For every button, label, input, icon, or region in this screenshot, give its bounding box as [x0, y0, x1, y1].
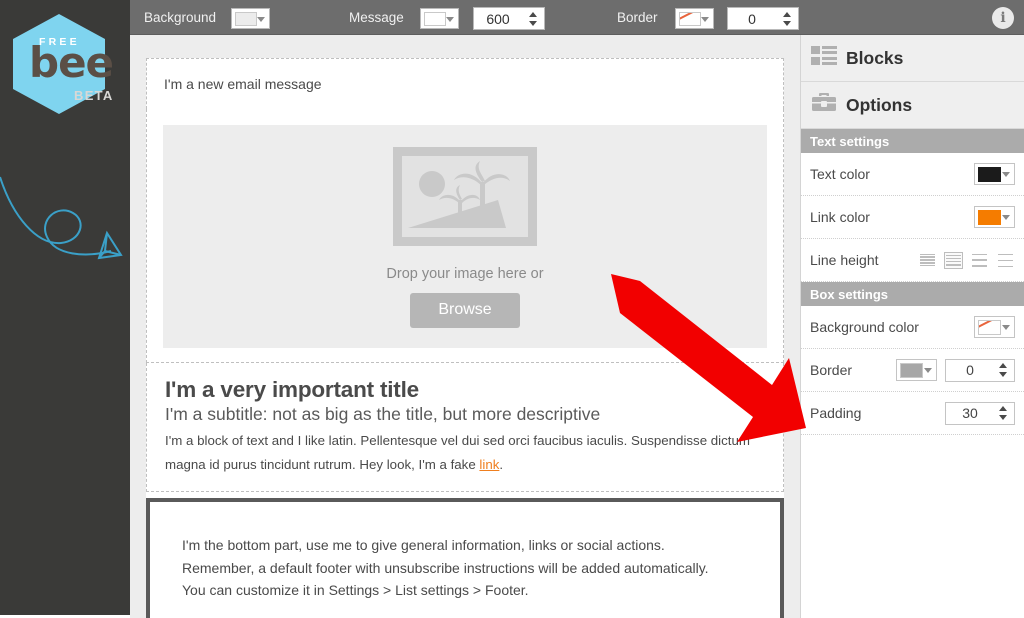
image-dropzone[interactable]: Drop your image here or Browse	[163, 125, 767, 348]
padding-value: 30	[962, 405, 978, 421]
stepper-down-icon[interactable]	[999, 415, 1007, 420]
logo-bee-text: bee	[29, 38, 114, 87]
border-width-stepper[interactable]	[999, 363, 1008, 377]
stepper-up-icon[interactable]	[999, 406, 1007, 411]
padding-input[interactable]: 30	[945, 401, 1015, 425]
color-swatch-none	[679, 11, 701, 26]
paragraph-text-before-link: I'm a block of text and I like latin. Pe…	[165, 433, 750, 472]
stepper-down-icon[interactable]	[999, 372, 1007, 377]
color-swatch-white	[424, 11, 446, 26]
row-padding[interactable]: Padding 30	[801, 392, 1024, 435]
fake-link[interactable]: link	[479, 457, 499, 472]
line-height-normal-icon[interactable]	[944, 251, 963, 269]
line-height-tight-icon[interactable]	[918, 252, 937, 269]
row-link-color[interactable]: Link color	[801, 196, 1024, 239]
background-color-swatch[interactable]	[231, 8, 270, 29]
email-title-text: I'm a new email message	[164, 76, 322, 92]
link-color-label: Link color	[810, 209, 870, 225]
border-color-swatch[interactable]	[675, 8, 714, 29]
stepper-down-icon[interactable]	[783, 20, 791, 26]
border-width-input[interactable]: 0	[945, 358, 1015, 382]
border-color-swatch[interactable]	[896, 359, 937, 381]
border-label: Border	[617, 10, 658, 25]
border-width-stepper[interactable]	[783, 11, 792, 26]
row-background-color[interactable]: Background color	[801, 306, 1024, 349]
email-image-block[interactable]: Drop your image here or Browse	[146, 109, 784, 363]
chevron-down-icon	[1002, 215, 1010, 220]
border-width-input[interactable]: 0	[727, 7, 799, 30]
background-label: Background	[144, 10, 217, 25]
email-body: I'm a new email message Drop your image …	[146, 58, 784, 618]
blocks-grid-icon	[811, 45, 837, 72]
line-height-label: Line height	[810, 252, 879, 268]
text-color-swatch[interactable]	[974, 163, 1015, 185]
left-sidebar: FREE bee BETA	[0, 0, 130, 615]
bee-email-editor: FREE bee BETA Background Message 600 Bor…	[0, 0, 1024, 618]
footer-line-1: I'm the bottom part, use me to give gene…	[182, 537, 665, 553]
message-width-value: 600	[486, 10, 510, 27]
message-width-input[interactable]: 600	[473, 7, 545, 30]
browse-button[interactable]: Browse	[410, 293, 520, 328]
stepper-up-icon[interactable]	[999, 363, 1007, 368]
email-footer-block-selected[interactable]: I'm the bottom part, use me to give gene…	[146, 498, 784, 618]
padding-stepper[interactable]	[999, 406, 1008, 420]
info-icon[interactable]: i	[992, 7, 1014, 29]
color-swatch-none	[978, 319, 1001, 335]
tab-options[interactable]: Options	[801, 82, 1024, 129]
link-color-swatch[interactable]	[974, 206, 1015, 228]
color-swatch-black	[978, 166, 1001, 182]
color-swatch-gray	[900, 362, 923, 378]
color-swatch-white	[235, 11, 257, 26]
message-width-stepper[interactable]	[529, 11, 538, 26]
message-color-swatch[interactable]	[420, 8, 459, 29]
chevron-down-icon	[1002, 325, 1010, 330]
email-title-block[interactable]: I'm a new email message	[146, 58, 784, 109]
tab-blocks[interactable]: Blocks	[801, 35, 1024, 82]
toolbox-icon	[811, 92, 837, 119]
email-subheading: I'm a subtitle: not as big as the title,…	[165, 404, 601, 424]
message-label: Message	[349, 10, 404, 25]
text-color-label: Text color	[810, 166, 870, 182]
background-color-label: Background color	[810, 319, 919, 335]
text-settings-header: Text settings	[801, 129, 1024, 153]
row-line-height[interactable]: Line height	[801, 239, 1024, 282]
options-tab-label: Options	[846, 94, 913, 115]
footer-line-3: You can customize it in Settings > List …	[182, 582, 529, 598]
drop-image-text: Drop your image here or	[386, 266, 544, 282]
row-text-color[interactable]: Text color	[801, 153, 1024, 196]
stepper-up-icon[interactable]	[529, 11, 537, 17]
stepper-up-icon[interactable]	[783, 11, 791, 17]
email-text-block[interactable]: I'm a very important title I'm a subtitl…	[146, 363, 784, 492]
email-canvas[interactable]: I'm a new email message Drop your image …	[130, 35, 800, 618]
footer-line-2: Remember, a default footer with unsubscr…	[182, 559, 709, 576]
border-label: Border	[810, 362, 853, 378]
top-toolbar: Background Message 600 Border 0 i	[130, 0, 1024, 35]
line-height-loosest-icon[interactable]	[996, 252, 1015, 269]
chevron-down-icon	[924, 368, 932, 373]
blocks-tab-label: Blocks	[846, 47, 904, 68]
line-height-loose-icon[interactable]	[970, 252, 989, 269]
beta-badge: BETA	[74, 88, 114, 103]
paper-plane-loop-icon	[0, 165, 125, 280]
image-placeholder-icon	[393, 147, 537, 246]
info-glyph: i	[1000, 10, 1006, 26]
box-settings-header: Box settings	[801, 282, 1024, 306]
border-width-value: 0	[748, 10, 756, 27]
padding-label: Padding	[810, 405, 862, 421]
line-height-option-group[interactable]	[918, 251, 1015, 269]
stepper-down-icon[interactable]	[529, 20, 537, 26]
email-heading: I'm a very important title	[165, 377, 419, 402]
chevron-down-icon	[257, 16, 265, 22]
chevron-down-icon	[1002, 172, 1010, 177]
background-color-swatch[interactable]	[974, 316, 1015, 338]
paragraph-text-after-link: .	[499, 457, 504, 472]
chevron-down-icon	[701, 16, 709, 22]
color-swatch-orange	[978, 209, 1001, 225]
email-paragraph: I'm a block of text and I like latin. Pe…	[165, 429, 765, 477]
border-width-value: 0	[966, 362, 974, 378]
row-border[interactable]: Border 0	[801, 349, 1024, 392]
chevron-down-icon	[446, 16, 454, 22]
right-settings-panel: Blocks Options Text settings Text color	[800, 35, 1024, 618]
